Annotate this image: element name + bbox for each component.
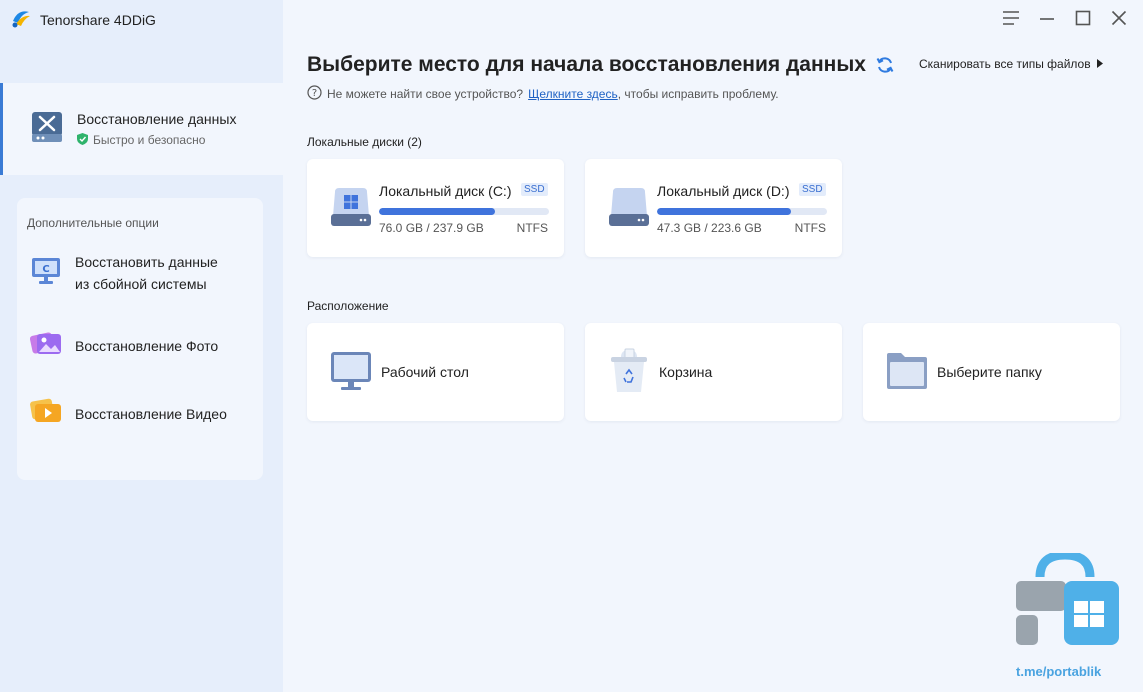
help-prefix: Не можете найти свое устройство? [327, 87, 524, 101]
scan-all-label: Сканировать все типы файлов [919, 57, 1091, 71]
folder-icon [885, 351, 929, 394]
disk-card-d[interactable]: Локальный диск (D:) SSD 47.3 GB / 223.6 … [585, 159, 842, 257]
4ddig-logo-icon [10, 7, 32, 34]
recycle-bin-icon [607, 347, 651, 398]
disk-usage-bar [379, 208, 549, 215]
sidebar: Tenorshare 4DDiG Восстановление данных Б… [0, 0, 283, 692]
minimize-icon[interactable] [1037, 8, 1057, 28]
desktop-monitor-icon [329, 349, 373, 396]
disk-filesystem: NTFS [794, 221, 826, 235]
photo-icon [29, 328, 63, 364]
window-controls [1001, 8, 1129, 28]
sidebar-item-crashed-system[interactable]: C Восстановить данные из сбойной системы [29, 251, 218, 295]
ssd-badge: SSD [521, 183, 548, 196]
locations-label: Расположение [307, 299, 389, 313]
help-line: ? Не можете найти свое устройство? Щелкн… [307, 85, 779, 103]
help-link[interactable]: Щелкните здесь [528, 87, 618, 101]
scan-all-file-types-button[interactable]: Сканировать все типы файлов [919, 57, 1103, 71]
location-choose-folder[interactable]: Выберите папку [863, 323, 1120, 421]
app-name: Tenorshare 4DDiG [40, 12, 156, 28]
extra-options-title: Дополнительные опции [27, 216, 159, 230]
crashed-system-line2: из сбойной системы [75, 276, 207, 292]
portablik-logo-icon [1008, 550, 1123, 668]
sidebar-item-subtitle: Быстро и безопасно [93, 133, 206, 147]
sidebar-item-title: Восстановление данных [77, 110, 237, 127]
close-icon[interactable] [1109, 8, 1129, 28]
watermark-text: t.me/portablik [1016, 664, 1102, 679]
disk-usage-fill [657, 208, 792, 215]
disk-name: Локальный диск (C:) [379, 183, 512, 199]
windows-drive-icon [329, 186, 373, 235]
help-suffix: , чтобы исправить проблему. [617, 87, 779, 101]
shield-check-icon [77, 132, 88, 148]
location-label: Корзина [659, 364, 713, 380]
location-recycle-bin[interactable]: Корзина [585, 323, 842, 421]
ssd-badge: SSD [799, 183, 826, 196]
tools-drive-icon [29, 109, 65, 150]
sidebar-item-data-recovery[interactable]: Восстановление данных Быстро и безопасно [0, 83, 283, 175]
disk-card-c[interactable]: Локальный диск (C:) SSD 76.0 GB / 237.9 … [307, 159, 564, 257]
local-disks-label: Локальные диски (2) [307, 135, 422, 149]
svg-text:C: C [42, 264, 49, 275]
location-label: Выберите папку [937, 364, 1042, 380]
extra-options-panel: Дополнительные опции C Восстановить данн… [17, 198, 263, 480]
drive-icon [607, 186, 651, 235]
sidebar-item-photo-recovery[interactable]: Восстановление Фото [29, 328, 218, 364]
svg-text:?: ? [312, 88, 317, 99]
sidebar-item-video-recovery[interactable]: Восстановление Видео [29, 396, 227, 432]
video-recovery-label: Восстановление Видео [75, 406, 227, 422]
disk-filesystem: NTFS [516, 221, 548, 235]
disk-usage-bar [657, 208, 827, 215]
disk-usage-fill [379, 208, 495, 215]
disk-size: 76.0 GB / 237.9 GB [379, 221, 484, 235]
disk-name: Локальный диск (D:) [657, 183, 790, 199]
question-circle-icon: ? [307, 85, 322, 103]
location-desktop[interactable]: Рабочий стол [307, 323, 564, 421]
page-title: Выберите место для начала восстановления… [307, 53, 866, 76]
menu-icon[interactable] [1001, 8, 1021, 28]
location-label: Рабочий стол [381, 364, 469, 380]
refresh-icon[interactable] [875, 55, 895, 80]
crashed-pc-icon: C [29, 253, 63, 293]
maximize-icon[interactable] [1073, 8, 1093, 28]
photo-recovery-label: Восстановление Фото [75, 338, 219, 354]
caret-right-icon [1096, 57, 1103, 71]
brand: Tenorshare 4DDiG [10, 8, 156, 32]
crashed-system-line1: Восстановить данные [75, 254, 218, 270]
video-icon [29, 396, 63, 432]
disk-size: 47.3 GB / 223.6 GB [657, 221, 762, 235]
